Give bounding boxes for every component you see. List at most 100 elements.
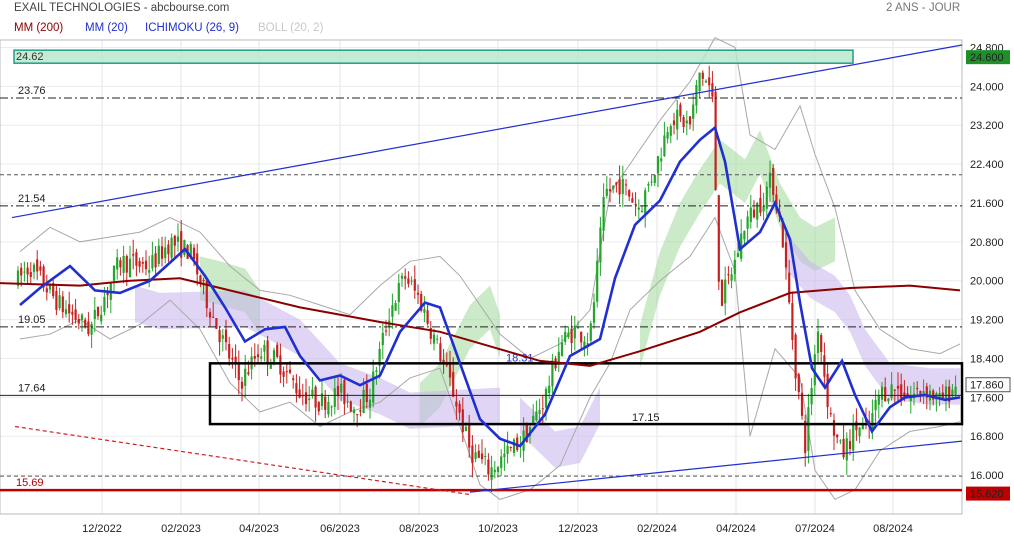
y-tick-label: 19.200: [970, 315, 1004, 327]
candle-down: [416, 292, 420, 295]
candle-down: [138, 261, 141, 267]
candle-up: [532, 415, 535, 423]
y-tick-label: 20.800: [970, 237, 1004, 249]
resistance-price-tag: 24.600: [970, 52, 1004, 64]
candle-down: [144, 260, 148, 270]
candle-up: [874, 399, 877, 411]
candle-down: [26, 267, 29, 275]
candle-up: [272, 350, 276, 363]
candle-up: [573, 325, 576, 339]
candle-up: [647, 184, 650, 186]
y-tick-label: 22.400: [970, 159, 1004, 171]
candle-down: [282, 371, 285, 377]
candle-down: [480, 453, 484, 460]
x-tick-label: 12/2022: [82, 523, 122, 535]
candle-down: [784, 242, 788, 268]
candle-down: [240, 381, 244, 389]
candle-down: [125, 256, 128, 273]
candle-down: [826, 373, 829, 408]
candle-down: [836, 434, 839, 438]
candle-up: [394, 303, 397, 311]
candle-up: [128, 258, 132, 278]
candle-down: [39, 266, 42, 271]
candle-down: [884, 387, 887, 401]
candle-down: [448, 363, 452, 378]
candle-up: [733, 259, 736, 275]
y-tick-label: 16.000: [970, 470, 1004, 482]
candle-up: [157, 245, 160, 264]
candle-up: [596, 260, 599, 302]
candle-up: [484, 456, 487, 457]
candle-down: [688, 116, 692, 125]
candle-up: [685, 120, 688, 124]
candle-down: [439, 343, 442, 362]
candle-down: [487, 459, 490, 475]
candle-down: [541, 408, 544, 410]
candle-down: [96, 306, 100, 317]
candle-up: [260, 356, 263, 359]
candle-up: [500, 456, 503, 468]
candle-down: [471, 445, 474, 464]
x-tick-label: 12/2023: [558, 523, 598, 535]
candle-down: [893, 389, 896, 391]
candle-up: [605, 188, 608, 196]
candle-up: [269, 364, 272, 369]
level-label: 24.62: [16, 51, 44, 63]
candle-up: [762, 205, 765, 212]
candle-down: [618, 179, 621, 195]
candle-down: [29, 272, 32, 277]
candle-down: [708, 77, 711, 86]
candle-up: [400, 275, 404, 279]
candle-down: [160, 246, 164, 259]
candle-up: [669, 126, 672, 136]
candle-down: [343, 379, 346, 404]
candle-down: [208, 312, 212, 318]
candle-down: [61, 296, 64, 313]
candle-up: [397, 283, 400, 303]
candle-down: [791, 303, 794, 341]
candle-down: [804, 420, 807, 453]
level-label: 17.64: [18, 382, 46, 394]
candle-down: [384, 330, 388, 332]
candle-up: [352, 409, 356, 413]
candle-down: [848, 441, 852, 449]
candle-up: [333, 388, 336, 407]
candle-down: [788, 272, 791, 303]
candle-up: [535, 411, 538, 421]
candle-up: [544, 388, 548, 408]
candle-up: [887, 398, 890, 402]
x-tick-label: 10/2023: [478, 523, 518, 535]
candle-down: [349, 401, 352, 412]
candle-down: [45, 288, 48, 293]
candle-down: [304, 392, 308, 405]
candle-up: [340, 383, 343, 393]
candle-up: [311, 389, 314, 396]
candle-up: [23, 271, 26, 273]
candle-up: [80, 314, 84, 320]
candle-down: [800, 392, 804, 416]
candle-up: [381, 332, 384, 346]
candle-up: [423, 309, 426, 313]
candle-down: [896, 385, 900, 389]
candle-down: [266, 340, 269, 363]
candle-up: [567, 332, 570, 338]
candle-down: [237, 364, 240, 381]
candle-up: [736, 253, 740, 258]
candle-up: [816, 331, 820, 353]
candle-up: [877, 395, 880, 405]
candle-up: [765, 186, 768, 209]
candle-down: [916, 387, 919, 390]
candle-up: [560, 342, 564, 357]
candle-down: [772, 168, 775, 195]
candle-down: [279, 355, 282, 375]
candle-down: [74, 309, 77, 320]
candle-up: [308, 398, 311, 401]
candle-down: [84, 319, 87, 328]
candle-up: [170, 237, 173, 258]
candle-down: [820, 335, 823, 352]
y-tick-label: 16.800: [970, 431, 1004, 443]
price-chart[interactable]: 24.6223.7621.5419.0517.6415.6918.3117.15…: [0, 0, 1014, 538]
trendline-upper-channel: [11, 44, 963, 219]
candle-down: [797, 374, 800, 393]
candle-up: [506, 445, 509, 454]
